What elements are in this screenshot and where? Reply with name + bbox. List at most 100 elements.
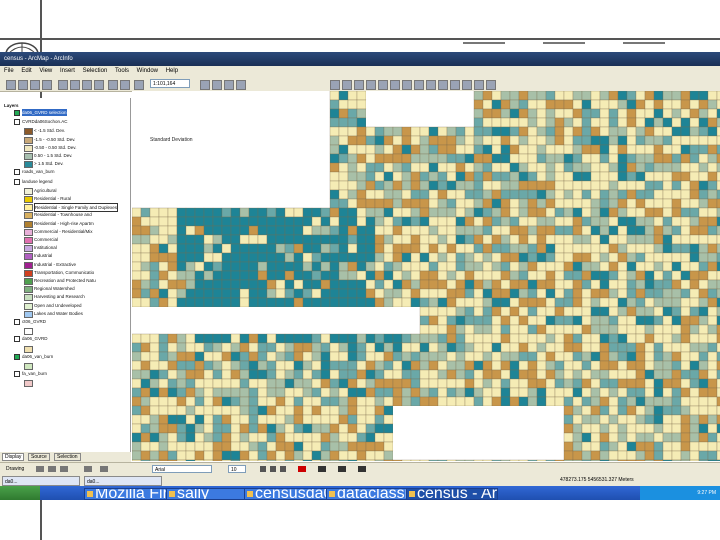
toc-root-layers[interactable]: Layers	[4, 102, 19, 109]
redo-icon[interactable]	[120, 80, 130, 90]
menu-window[interactable]: Window	[137, 68, 158, 74]
taskbar-item[interactable]: dataclassification - ...	[326, 488, 412, 500]
arctoolbox-icon[interactable]	[212, 80, 222, 90]
tab-selection[interactable]: Selection	[54, 453, 81, 461]
dissemination-area-polygon	[257, 432, 268, 443]
italic-icon[interactable]	[270, 466, 276, 472]
delete-icon[interactable]	[94, 80, 104, 90]
dissemination-area-polygon	[707, 126, 718, 137]
rotate-icon[interactable]	[48, 466, 56, 472]
dissemination-area-polygon	[320, 297, 331, 308]
menu-view[interactable]: View	[39, 68, 52, 74]
find-icon[interactable]	[462, 80, 472, 90]
layer-visibility-checkbox[interactable]	[14, 319, 20, 325]
dissemination-area-polygon	[221, 405, 232, 416]
choropleth-map[interactable]	[132, 91, 720, 461]
layer-visibility-checkbox[interactable]	[14, 336, 20, 343]
select-elements-icon[interactable]	[36, 466, 44, 472]
dissemination-area-polygon	[194, 297, 205, 308]
paste-icon[interactable]	[82, 80, 92, 90]
add-data-icon[interactable]	[134, 80, 144, 90]
fixed-zoom-out-icon[interactable]	[366, 80, 376, 90]
layer-visibility-checkbox[interactable]	[14, 353, 20, 360]
dissemination-area-polygon	[626, 360, 637, 371]
new-icon[interactable]	[6, 80, 16, 90]
select-elements-icon[interactable]	[438, 80, 448, 90]
minimized-window[interactable]: da0...	[84, 476, 162, 486]
dissemination-area-polygon	[554, 108, 565, 119]
bold-icon[interactable]	[260, 466, 266, 472]
underline-icon[interactable]	[280, 466, 286, 472]
layer-visibility-checkbox[interactable]	[14, 371, 20, 378]
dissemination-area-polygon	[329, 333, 340, 344]
fixed-zoom-in-icon[interactable]	[354, 80, 364, 90]
menu-file[interactable]: File	[4, 68, 14, 74]
water-cell	[519, 451, 528, 460]
font-color-icon[interactable]	[298, 466, 306, 472]
select-features-icon[interactable]	[426, 80, 436, 90]
tab-display[interactable]: Display	[2, 453, 25, 461]
dissemination-area-polygon	[608, 414, 619, 425]
taskbar-item[interactable]: sally	[166, 488, 250, 500]
dissemination-area-polygon	[176, 333, 187, 344]
taskbar-item-active[interactable]: census - ArcMap - ...	[406, 488, 498, 500]
open-icon[interactable]	[18, 80, 28, 90]
dissemination-area-polygon	[500, 324, 511, 335]
print-icon[interactable]	[42, 80, 52, 90]
dissemination-area-polygon	[572, 162, 583, 173]
full-extent-icon[interactable]	[390, 80, 400, 90]
zoom-in-icon[interactable]	[330, 80, 340, 90]
dissemination-area-polygon	[626, 135, 637, 146]
pan-icon[interactable]	[378, 80, 388, 90]
map-view[interactable]	[132, 91, 720, 461]
menu-tools[interactable]: Tools	[115, 68, 129, 74]
menu-edit[interactable]: Edit	[21, 68, 31, 74]
menu-insert[interactable]: Insert	[60, 68, 75, 74]
minimized-window[interactable]: da0...	[2, 476, 80, 486]
menu-selection[interactable]: Selection	[83, 68, 108, 74]
editor-icon[interactable]	[200, 80, 210, 90]
layer-visibility-checkbox[interactable]	[14, 178, 20, 185]
scale-combobox[interactable]: 1:101,164	[150, 79, 190, 88]
dissemination-area-polygon	[284, 333, 295, 344]
save-icon[interactable]	[30, 80, 40, 90]
copy-icon[interactable]	[70, 80, 80, 90]
taskbar-item[interactable]: Mozilla Firefox	[84, 488, 172, 500]
zoom-whole-page-icon[interactable]	[60, 466, 68, 472]
layer-visibility-checkbox[interactable]	[14, 169, 20, 176]
rectangle-icon[interactable]	[84, 466, 92, 472]
fill-color-icon[interactable]	[318, 466, 326, 472]
dissemination-area-polygon	[680, 243, 691, 254]
dissemination-area-polygon	[437, 198, 448, 209]
font-size-combobox[interactable]: 10	[228, 465, 246, 473]
marker-color-icon[interactable]	[358, 466, 366, 472]
text-icon[interactable]	[100, 466, 108, 472]
drawing-menu[interactable]: Drawing	[6, 466, 24, 472]
water-cell	[195, 307, 204, 316]
forward-extent-icon[interactable]	[414, 80, 424, 90]
start-button[interactable]	[0, 486, 40, 500]
dissemination-area-polygon	[347, 351, 358, 362]
measure-icon[interactable]	[474, 80, 484, 90]
hyperlink-icon[interactable]	[486, 80, 496, 90]
zoom-out-icon[interactable]	[342, 80, 352, 90]
back-extent-icon[interactable]	[402, 80, 412, 90]
command-line-icon[interactable]	[224, 80, 234, 90]
menu-help[interactable]: Help	[166, 68, 178, 74]
cut-icon[interactable]	[58, 80, 68, 90]
font-name-combobox[interactable]: Arial	[152, 465, 212, 473]
dissemination-area-polygon	[482, 387, 493, 398]
dissemination-area-polygon	[338, 279, 349, 290]
taskbar-item[interactable]: censusda056	[244, 488, 332, 500]
line-color-icon[interactable]	[338, 466, 346, 472]
tab-source[interactable]: Source	[28, 453, 50, 461]
dissemination-area-polygon	[671, 333, 682, 344]
undo-icon[interactable]	[108, 80, 118, 90]
whats-this-icon[interactable]	[236, 80, 246, 90]
layer-visibility-checkbox[interactable]	[14, 119, 20, 126]
identify-icon[interactable]	[450, 80, 460, 90]
dissemination-area-polygon	[671, 99, 682, 110]
layer-visibility-checkbox[interactable]	[14, 110, 20, 116]
dissemination-area-polygon	[626, 450, 637, 461]
dissemination-area-polygon	[203, 450, 214, 461]
